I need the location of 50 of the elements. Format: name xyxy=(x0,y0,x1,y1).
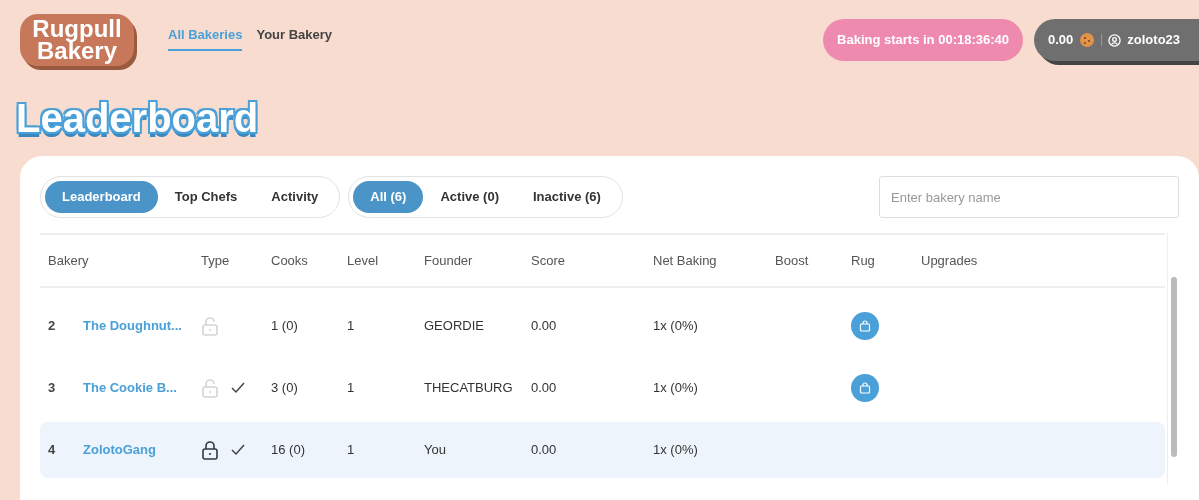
countdown-badge: Baking starts in 00:18:36:40 xyxy=(823,19,1023,61)
table-cell-text: 1 (0) xyxy=(271,317,299,336)
username: zoloto23 xyxy=(1127,31,1181,50)
view-tab[interactable]: Top Chefs xyxy=(157,181,255,213)
column-header: Boost xyxy=(775,251,810,270)
table-cell-text: 0.00 xyxy=(531,317,558,336)
table-cell-text: 1x (0%) xyxy=(653,441,699,460)
logo-text: Rugpull xyxy=(32,18,122,40)
column-header: Score xyxy=(531,251,566,270)
table-cell-text: 16 (0) xyxy=(271,441,306,460)
table-row[interactable]: 4 ZolotoGang 16 (0) 1 You 0.00 1x (0%) xyxy=(40,422,1165,478)
bag-icon xyxy=(859,320,871,332)
column-header: Bakery xyxy=(48,251,90,270)
table-cell-text: 0.00 xyxy=(531,379,558,398)
filter-tab[interactable]: Inactive (6) xyxy=(515,181,618,213)
rug-button[interactable] xyxy=(851,374,879,402)
table-cell-text: 3 (0) xyxy=(271,379,299,398)
logo-text: Bakery xyxy=(36,40,118,62)
table-row[interactable]: 3 The Cookie B... 3 (0) 1 THECATBURG 0.00 1x (0%) xyxy=(40,360,1165,416)
page-title: Leaderboard xyxy=(16,95,259,142)
column-header: Type xyxy=(201,251,231,270)
balance: 0.00 xyxy=(1048,31,1074,50)
column-header: Level xyxy=(347,251,380,270)
table-cell-text: GEORDIE xyxy=(424,317,485,336)
table-cell-text: 1 xyxy=(347,379,356,398)
table-cell-text: 1 xyxy=(347,441,356,460)
rank: 4 xyxy=(48,441,57,460)
rug-button[interactable] xyxy=(851,312,879,340)
table-cell-text: 1 xyxy=(347,317,356,336)
rank: 2 xyxy=(48,317,57,336)
table-cell-text: THECATBURG xyxy=(424,379,514,398)
cookie-icon xyxy=(1079,32,1096,48)
bag-icon xyxy=(859,382,871,394)
rank: 3 xyxy=(48,379,57,398)
column-header: Founder xyxy=(424,251,474,270)
table-row[interactable]: 2 The Doughnut... 1 (0) 1 GEORDIE 0.00 1x (0%) xyxy=(40,298,1165,354)
column-header: Cooks xyxy=(271,251,309,270)
column-header: Upgrades xyxy=(921,251,979,270)
table-cell-text: 1x (0%) xyxy=(653,379,699,398)
view-tab[interactable]: Activity xyxy=(254,181,336,213)
search-field[interactable]: Enter bakery name xyxy=(879,176,1179,218)
table-cell-text: 0.00 xyxy=(531,441,558,460)
filter-tab[interactable]: Active (0) xyxy=(423,181,516,213)
nav-link[interactable]: Your Bakery xyxy=(256,25,333,51)
column-header: Net Baking xyxy=(653,251,718,270)
scrollbar[interactable] xyxy=(1167,233,1179,484)
table-cell-text: 1x (0%) xyxy=(653,317,699,336)
user-icon xyxy=(1108,33,1122,47)
table-cell-text: You xyxy=(424,441,447,460)
column-header: Rug xyxy=(851,251,876,270)
